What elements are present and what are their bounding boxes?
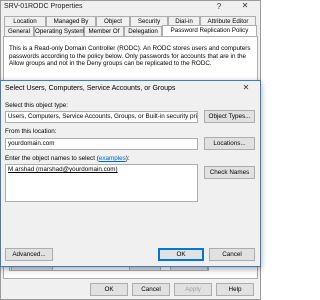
- location-field: yourdomain.com: [5, 138, 198, 150]
- names-label-prefix: Enter the object names to select (: [5, 155, 99, 162]
- tab-managed-by[interactable]: Managed By: [46, 16, 96, 26]
- object-types-button[interactable]: Object Types...: [204, 110, 255, 123]
- apply-button[interactable]: Apply: [174, 283, 212, 296]
- locations-button[interactable]: Locations...: [204, 137, 255, 150]
- tab-general[interactable]: General: [4, 26, 34, 36]
- policy-description: This is a Read-only Domain Controller (R…: [9, 45, 251, 68]
- object-type-field: Users, Computers, Service Accounts, Grou…: [5, 111, 198, 123]
- dialog-cancel-button[interactable]: Cancel: [209, 248, 255, 261]
- help-button[interactable]: Help: [216, 283, 254, 296]
- dialog-title: Select Users, Computers, Service Account…: [5, 85, 176, 92]
- tab-location[interactable]: Location: [4, 16, 46, 26]
- object-name-entry[interactable]: M arshad (marshad@yourdomain.com): [8, 166, 118, 173]
- names-label-suffix: ):: [125, 155, 130, 162]
- location-label: From this location:: [5, 128, 57, 135]
- help-icon[interactable]: ?: [214, 2, 224, 12]
- examples-link[interactable]: examples: [99, 155, 126, 162]
- object-type-label: Select this object type:: [5, 102, 69, 109]
- window-title: SRV-01RODC Properties: [4, 3, 83, 10]
- dialog-ok-button[interactable]: OK: [158, 248, 204, 261]
- object-names-label: Enter the object names to select (exampl…: [5, 155, 130, 162]
- tab-delegation[interactable]: Delegation: [124, 26, 162, 36]
- dialog-close-icon[interactable]: ✕: [238, 83, 254, 94]
- tab-object[interactable]: Object: [96, 16, 130, 26]
- close-icon[interactable]: ✕: [234, 1, 256, 13]
- check-names-button[interactable]: Check Names: [204, 166, 255, 179]
- dialog-advanced-button[interactable]: Advanced...: [5, 248, 53, 261]
- ok-button[interactable]: OK: [90, 283, 128, 296]
- cancel-button[interactable]: Cancel: [132, 283, 170, 296]
- object-names-input[interactable]: M arshad (marshad@yourdomain.com): [5, 164, 198, 202]
- tab-member-of[interactable]: Member Of: [84, 26, 124, 36]
- tab-password-replication-policy[interactable]: Password Replication Policy: [162, 25, 257, 36]
- tab-operating-system[interactable]: Operating System: [34, 26, 85, 36]
